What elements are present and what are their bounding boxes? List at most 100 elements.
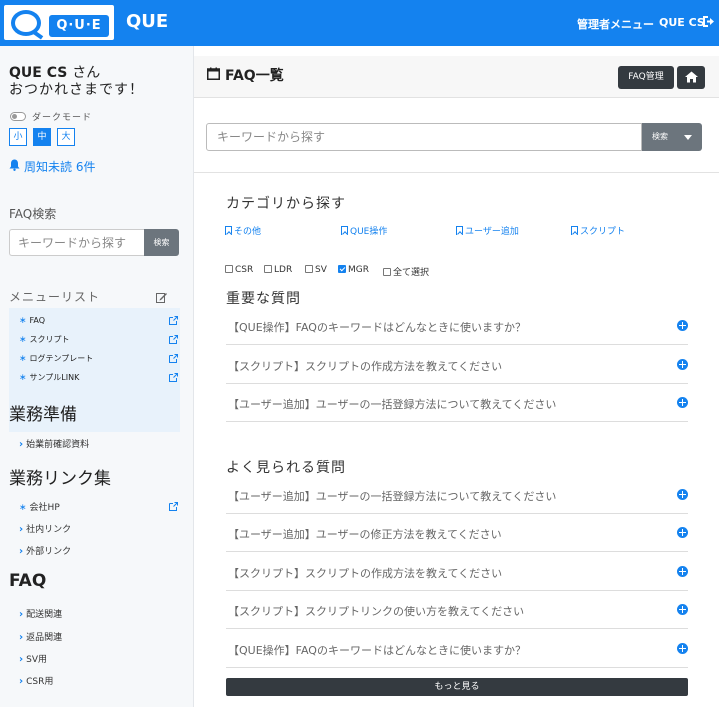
unread-notice-link[interactable]: 周知未読 6件 (24, 158, 95, 175)
home-button[interactable] (677, 66, 705, 89)
bell-icon (9, 159, 20, 171)
page-title: FAQ一覧 (225, 68, 284, 84)
link-item-internal[interactable]: › 社内リンク (19, 522, 71, 535)
edit-icon[interactable] (156, 292, 167, 303)
question-row[interactable]: 【QUE操作】FAQのキーワードはどんなときに使いますか？ (226, 307, 688, 345)
plus-circle-icon[interactable] (677, 643, 688, 654)
chevron-right-icon: › (19, 524, 24, 535)
chevron-right-icon: › (19, 654, 24, 665)
menu-item-log-template[interactable]: ∗ ログテンプレート (19, 350, 93, 368)
question-row[interactable]: 【スクリプト】スクリプトの作成方法を教えてください (226, 553, 688, 591)
filter-label: LDR (274, 265, 293, 275)
faq-admin-button[interactable]: FAQ管理 (618, 66, 674, 89)
menu-item-script[interactable]: ∗ スクリプト (19, 331, 70, 349)
external-link-icon[interactable] (169, 502, 178, 511)
admin-menu-link[interactable]: 管理者メニュー (577, 16, 654, 32)
question-text: 【スクリプト】スクリプトの作成方法を教えてください (228, 567, 503, 580)
faq-search-title: FAQ検索 (9, 207, 57, 221)
checkbox-checked[interactable] (338, 265, 346, 273)
question-row[interactable]: 【スクリプト】スクリプトの作成方法を教えてください (226, 346, 688, 384)
bookmark-icon (225, 226, 232, 235)
menu-item-faq[interactable]: ∗ FAQ (19, 312, 45, 330)
bookmark-icon (341, 226, 348, 235)
filter-select-all[interactable]: 全て選択 (383, 265, 429, 278)
external-link-icon[interactable] (169, 373, 178, 382)
plus-circle-icon[interactable] (677, 566, 688, 577)
link-item-company-hp[interactable]: ∗ 会社HP (19, 500, 60, 513)
menu-item-label: ログテンプレート (29, 354, 94, 363)
logo-q-mark (11, 10, 41, 36)
menu-list: ∗ FAQ ∗ スクリプト ∗ ログテンプレート ∗ サンプルLINK (9, 308, 180, 392)
bookmark-icon (456, 226, 463, 235)
filter-label: CSR (235, 265, 254, 275)
checkbox[interactable] (383, 268, 391, 276)
calendar-icon (207, 67, 220, 80)
plus-circle-icon[interactable] (677, 359, 688, 370)
prep-section-title: 業務準備 (9, 405, 77, 425)
home-icon (685, 71, 698, 83)
filter-sv[interactable]: SV (305, 265, 327, 275)
filter-label: MGR (348, 265, 369, 275)
plus-circle-icon[interactable] (677, 320, 688, 331)
brand-name[interactable]: QUE (126, 11, 168, 32)
checkbox[interactable] (225, 265, 233, 273)
category-label: スクリプト (580, 227, 626, 237)
filter-label: 全て選択 (393, 268, 430, 278)
font-size-large-button[interactable]: 大 (57, 128, 75, 146)
plus-circle-icon[interactable] (677, 397, 688, 408)
chevron-right-icon: › (19, 439, 24, 450)
chevron-right-icon: › (19, 676, 24, 687)
menu-list-title: メニューリスト (9, 290, 101, 304)
plus-circle-icon[interactable] (677, 604, 688, 615)
question-row[interactable]: 【ユーザー追加】ユーザーの一括登録方法について教えてください (226, 476, 688, 514)
logo-wordmark: Q·U·E (49, 15, 109, 37)
user-name-link[interactable]: QUE CS (659, 16, 705, 29)
category-link-que[interactable]: QUE操作 (341, 224, 387, 237)
faq-category-item[interactable]: › SV用 (19, 652, 47, 665)
link-item-label: 会社HP (29, 503, 60, 513)
category-link-script[interactable]: スクリプト (571, 224, 625, 237)
filter-ldr[interactable]: LDR (264, 265, 292, 275)
external-link-icon[interactable] (169, 316, 178, 325)
dark-mode-toggle[interactable] (10, 112, 26, 121)
external-link-icon[interactable] (169, 335, 178, 344)
filter-csr[interactable]: CSR (225, 265, 253, 275)
sign-out-icon[interactable] (702, 15, 714, 28)
plus-circle-icon[interactable] (677, 489, 688, 500)
faq-category-item[interactable]: › CSR用 (19, 674, 53, 687)
prep-item[interactable]: › 始業前確認資料 (19, 437, 89, 450)
checkbox[interactable] (305, 265, 313, 273)
caret-down-icon[interactable] (684, 135, 692, 140)
main-search-input[interactable] (206, 123, 642, 151)
card-header: FAQ一覧 FAQ管理 (194, 56, 719, 98)
question-text: 【ユーザー追加】ユーザーの修正方法を教えてください (228, 528, 502, 541)
question-text: 【QUE操作】FAQのキーワードはどんなときに使いますか？ (228, 321, 526, 334)
show-more-button[interactable]: もっと見る (226, 678, 688, 696)
question-row[interactable]: 【QUE操作】FAQのキーワードはどんなときに使いますか？ (226, 630, 688, 668)
main-search-button[interactable]: 検索 (642, 123, 702, 151)
plus-circle-icon[interactable] (677, 527, 688, 538)
link-item-external[interactable]: › 外部リンク (19, 544, 71, 557)
external-link-icon[interactable] (169, 354, 178, 363)
faq-category-item[interactable]: › 配送関連 (19, 607, 62, 620)
font-size-medium-button[interactable]: 中 (33, 128, 51, 146)
menu-item-label: スクリプト (29, 335, 70, 344)
category-link-other[interactable]: その他 (225, 224, 261, 237)
faq-category-label: 配送関連 (26, 610, 63, 620)
sidebar-search-button[interactable]: 検索 (144, 229, 179, 256)
question-row[interactable]: 【ユーザー追加】ユーザーの修正方法を教えてください (226, 514, 688, 552)
question-text: 【QUE操作】FAQのキーワードはどんなときに使いますか？ (228, 644, 526, 657)
question-row[interactable]: 【ユーザー追加】ユーザーの一括登録方法について教えてください (226, 384, 688, 422)
filter-mgr[interactable]: MGR (338, 265, 369, 275)
font-size-small-button[interactable]: 小 (9, 128, 27, 146)
que-logo[interactable]: Q·U·E (4, 5, 114, 40)
checkbox[interactable] (264, 265, 272, 273)
category-link-user-add[interactable]: ユーザー追加 (456, 224, 519, 237)
question-text: 【ユーザー追加】ユーザーの一括登録方法について教えてください (228, 490, 557, 503)
faq-category-item[interactable]: › 返品関連 (19, 630, 62, 643)
question-row[interactable]: 【スクリプト】スクリプトリンクの使い方を教えてください (226, 591, 688, 629)
menu-item-sample-link[interactable]: ∗ サンプルLINK (19, 369, 79, 387)
category-section-title: カテゴリから探す (226, 196, 346, 212)
sidebar-search-input[interactable] (9, 229, 145, 256)
links-section-title: 業務リンク集 (9, 469, 111, 489)
